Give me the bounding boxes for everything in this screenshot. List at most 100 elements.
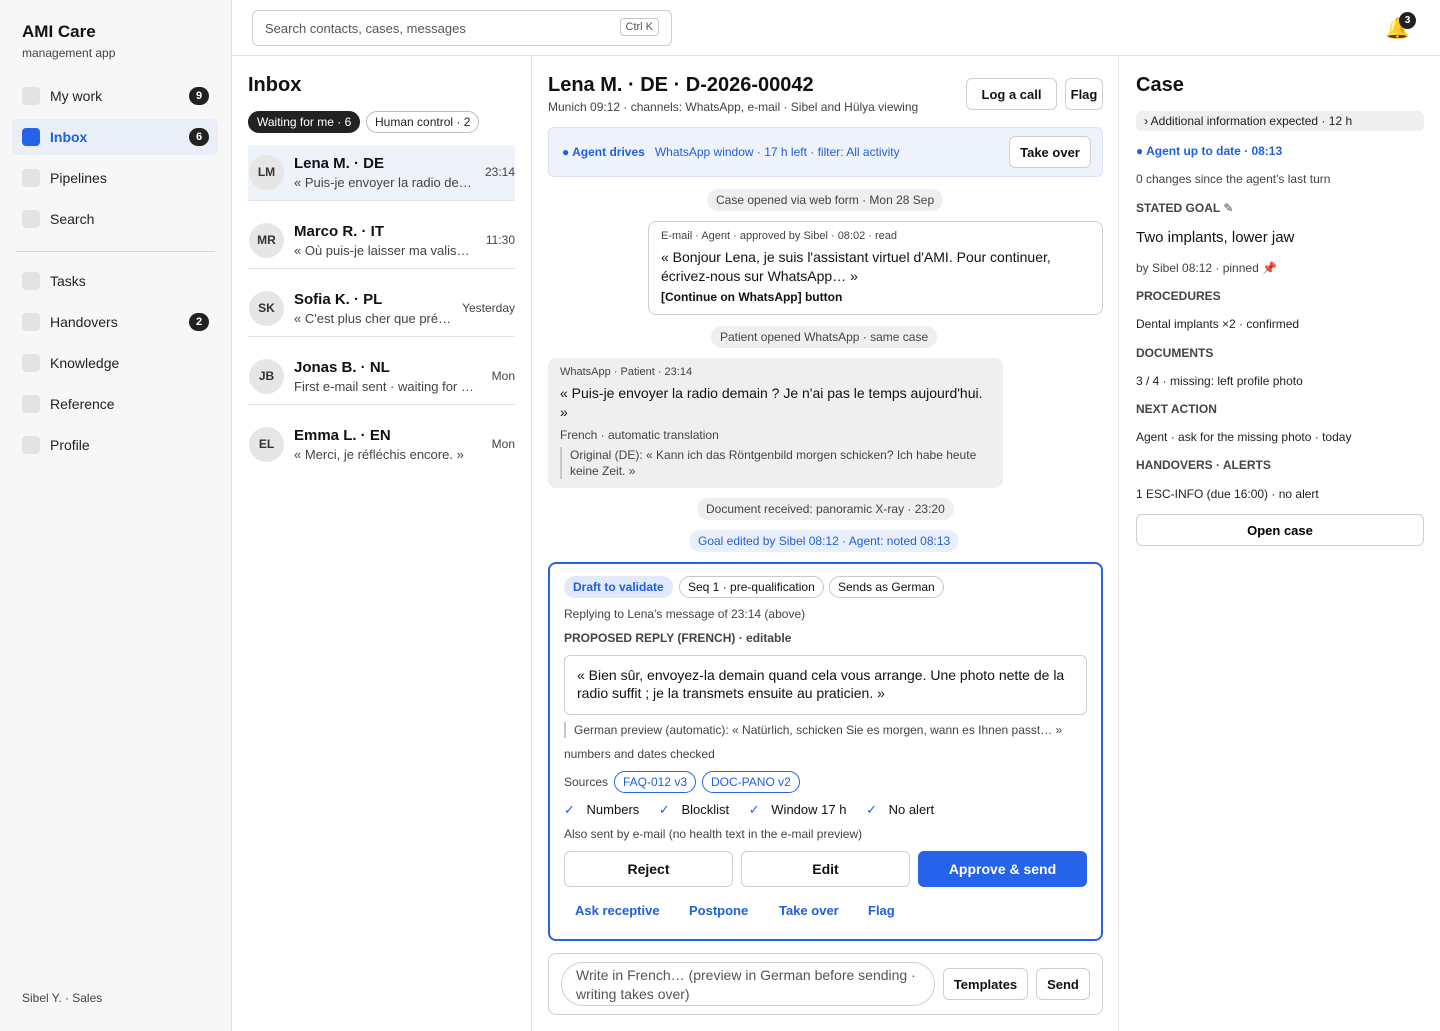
nav-item-knowledge[interactable]: Knowledge bbox=[12, 345, 218, 381]
handovers-alerts-label: HANDOVERS · ALERTS bbox=[1136, 458, 1271, 472]
app-subtitle: management app bbox=[22, 46, 116, 60]
avatar: MR bbox=[249, 223, 284, 258]
nav-badge: 9 bbox=[189, 87, 209, 105]
nav-item-search[interactable]: Search bbox=[12, 201, 218, 237]
case-title: Case bbox=[1136, 74, 1184, 96]
proposed-reply-editor[interactable]: « Bien sûr, envoyez-la demain quand cela… bbox=[564, 655, 1087, 715]
profile-icon bbox=[22, 436, 40, 454]
nav-badge: 6 bbox=[189, 128, 209, 146]
check-icon: ✓ bbox=[748, 802, 760, 817]
email-copy-note: Also sent by e-mail (no health text in t… bbox=[564, 827, 863, 841]
search-placeholder: Search contacts, cases, messages bbox=[265, 21, 466, 36]
conversation-preview: « Merci, je réfléchis encore. » bbox=[294, 447, 464, 462]
documents-label: DOCUMENTS bbox=[1136, 346, 1214, 360]
nav-item-label: Reference bbox=[50, 396, 115, 412]
nav-item-label: Inbox bbox=[50, 129, 88, 145]
ask-receptive-link[interactable]: Ask receptive bbox=[575, 903, 660, 918]
handovers-icon bbox=[22, 313, 40, 331]
conversation-time: Yesterday bbox=[462, 301, 515, 315]
inbox-title: Inbox bbox=[248, 74, 302, 96]
pipelines-icon bbox=[22, 169, 40, 187]
sidebar: AMI Care management app My work 9 Inbox … bbox=[0, 0, 232, 1031]
inbox-panel: Inbox Waiting for me · 6 Human control ·… bbox=[232, 56, 532, 1031]
check-label: Blocklist bbox=[681, 802, 730, 817]
stated-goal-label[interactable]: STATED GOAL ✎ bbox=[1136, 201, 1233, 215]
nav-item-inbox[interactable]: Inbox 6 bbox=[12, 119, 218, 155]
postpone-link[interactable]: Postpone bbox=[689, 903, 748, 918]
source-chip[interactable]: FAQ-012 v3 bbox=[614, 771, 697, 793]
nav-item-reference[interactable]: Reference bbox=[12, 386, 218, 422]
nav-item-handovers[interactable]: Handovers 2 bbox=[12, 304, 218, 340]
conversation-item[interactable]: JB Jonas B. · NL First e-mail sent · wai… bbox=[248, 349, 515, 405]
nav-item-label: Tasks bbox=[50, 273, 86, 289]
app-name: AMI Care bbox=[22, 22, 96, 41]
edit-button[interactable]: Edit bbox=[741, 851, 910, 887]
inbox-icon bbox=[22, 128, 40, 146]
message-button-label: [Continue on WhatsApp] button bbox=[661, 290, 843, 304]
proposed-reply-label: PROPOSED REPLY (FRENCH) · editable bbox=[564, 631, 792, 645]
original-text: Original (DE): « Kann ich das Röntgenbil… bbox=[560, 447, 991, 479]
conversation-preview: « Où puis-je laisser ma valise ? » bbox=[294, 243, 474, 258]
nav-item-my-work[interactable]: My work 9 bbox=[12, 78, 218, 114]
reject-button[interactable]: Reject bbox=[564, 851, 733, 887]
tasks-icon bbox=[22, 272, 40, 290]
message-meta: WhatsApp · Patient · 23:14 bbox=[560, 366, 693, 378]
draft-card: Draft to validate Seq 1 · pre-qualificat… bbox=[548, 562, 1103, 941]
event-document-received: Document received: panoramic X-ray · 23:… bbox=[697, 498, 954, 520]
conversation-name: Lena M. · DE bbox=[294, 155, 385, 172]
composer: Write in French… (preview in German befo… bbox=[548, 953, 1103, 1015]
replying-to: Replying to Lena's message of 23:14 (abo… bbox=[564, 607, 806, 621]
nav-item-label: Pipelines bbox=[50, 170, 107, 186]
filter-human-control[interactable]: Human control · 2 bbox=[366, 111, 480, 133]
log-call-button[interactable]: Log a call bbox=[966, 78, 1057, 110]
current-user: Sibel Y. · Sales bbox=[22, 991, 103, 1005]
check-item: ✓ No alert bbox=[866, 802, 942, 817]
goal-meta: by Sibel 08:12 · pinned 📌 bbox=[1136, 261, 1278, 275]
draft-status-chip: Draft to validate bbox=[564, 576, 673, 598]
reference-icon bbox=[22, 395, 40, 413]
search-input[interactable]: Search contacts, cases, messages Ctrl K bbox=[252, 10, 672, 46]
templates-button[interactable]: Templates bbox=[943, 968, 1028, 1000]
agent-drives-label: ● Agent drives bbox=[562, 145, 645, 159]
flag-button[interactable]: Flag bbox=[1065, 78, 1103, 110]
send-button[interactable]: Send bbox=[1036, 968, 1090, 1000]
conversation-name: Marco R. · IT bbox=[294, 223, 385, 240]
take-over-button[interactable]: Take over bbox=[1009, 136, 1091, 168]
nav-item-tasks[interactable]: Tasks bbox=[12, 263, 218, 299]
conversation-panel: Lena M. · DE · D-2026-00042 Munich 09:12… bbox=[532, 56, 1119, 1031]
knowledge-icon bbox=[22, 354, 40, 372]
search-shortcut: Ctrl K bbox=[619, 18, 659, 36]
nav-item-profile[interactable]: Profile bbox=[12, 427, 218, 463]
filter-waiting-for-me[interactable]: Waiting for me · 6 bbox=[248, 111, 361, 133]
message-input[interactable]: Write in French… (preview in German befo… bbox=[561, 962, 935, 1006]
agent-window-details: WhatsApp window · 17 h left · filter: Al… bbox=[654, 145, 900, 159]
take-over-link[interactable]: Take over bbox=[779, 903, 839, 918]
case-status-pill: › Additional information expected · 12 h bbox=[1136, 111, 1424, 131]
notification-badge: 3 bbox=[1399, 12, 1416, 29]
message-body: « Bonjour Lena, je suis l'assistant virt… bbox=[661, 249, 1051, 284]
check-label: Numbers bbox=[586, 802, 640, 817]
changes-since-last-turn: 0 changes since the agent's last turn bbox=[1136, 172, 1331, 186]
conversation-name: Sofia K. · PL bbox=[294, 291, 383, 308]
german-preview: German preview (automatic): « Natürlich,… bbox=[564, 722, 1062, 738]
source-chip[interactable]: DOC-PANO v2 bbox=[702, 771, 800, 793]
numbers-checked-note: numbers and dates checked bbox=[564, 747, 715, 761]
conversation-preview: First e-mail sent · waiting for reply bbox=[294, 379, 474, 394]
language-chip: Sends as German bbox=[829, 576, 944, 598]
conversation-item[interactable]: LM Lena M. · DE « Puis-je envoyer la rad… bbox=[248, 145, 515, 201]
brand: AMI Care management app bbox=[22, 22, 115, 60]
check-label: No alert bbox=[888, 802, 935, 817]
conversation-time: 23:14 bbox=[484, 165, 515, 179]
nav-item-label: My work bbox=[50, 88, 103, 104]
flag-link[interactable]: Flag bbox=[868, 903, 895, 918]
procedures-value: Dental implants ×2 · confirmed bbox=[1136, 317, 1300, 331]
open-case-button[interactable]: Open case bbox=[1136, 514, 1424, 546]
conversation-item[interactable]: EL Emma L. · EN « Merci, je réfléchis en… bbox=[248, 417, 515, 473]
conversation-item[interactable]: MR Marco R. · IT « Où puis-je laisser ma… bbox=[248, 213, 515, 269]
nav-item-label: Search bbox=[50, 211, 95, 227]
nav-item-pipelines[interactable]: Pipelines bbox=[12, 160, 218, 196]
check-icon: ✓ bbox=[866, 802, 877, 817]
approve-send-button[interactable]: Approve & send bbox=[918, 851, 1087, 887]
conversation-item[interactable]: SK Sofia K. · PL « C'est plus cher que p… bbox=[248, 281, 515, 337]
agent-status-text: ● Agent drives WhatsApp window · 17 h le… bbox=[562, 145, 900, 159]
